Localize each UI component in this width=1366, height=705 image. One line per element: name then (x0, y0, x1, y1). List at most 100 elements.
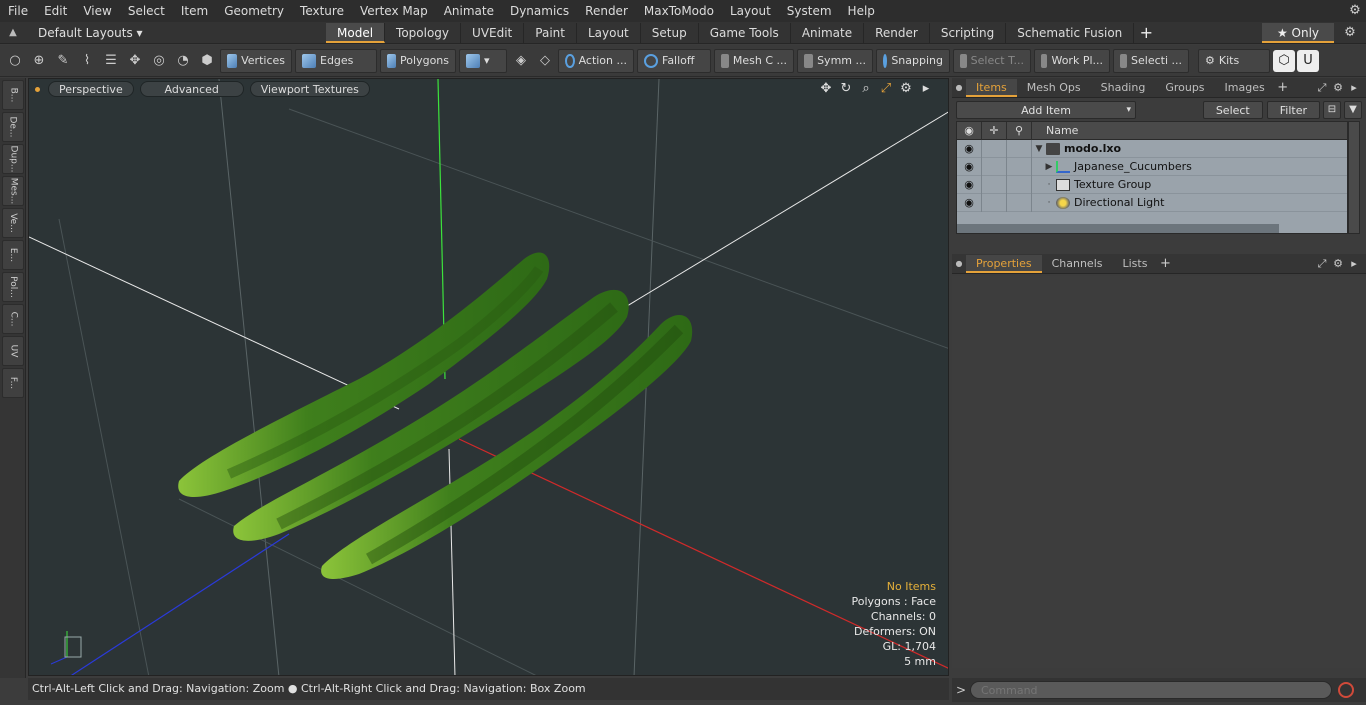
vtab-fusion[interactable]: F... (2, 368, 24, 398)
viewport-menu-dot[interactable] (35, 86, 40, 92)
panel-menu-icon[interactable]: ● (952, 259, 966, 268)
tab-animate[interactable]: Animate (791, 22, 865, 43)
tab-mesh-ops[interactable]: Mesh Ops (1017, 79, 1091, 97)
tab-paint[interactable]: Paint (524, 22, 577, 43)
mesh-constraints-button[interactable]: Mesh C ... (714, 48, 794, 73)
menu-vertex-map[interactable]: Vertex Map (352, 0, 436, 22)
layouts-dropdown[interactable]: Default Layouts ▾ (26, 26, 326, 40)
add-tab-icon[interactable]: + (1275, 80, 1291, 95)
command-input[interactable] (970, 681, 1332, 699)
tab-items[interactable]: Items (966, 78, 1017, 97)
arrow-up-icon[interactable]: ▲ (0, 27, 26, 38)
rotate-icon[interactable]: ◔ (172, 50, 194, 72)
menu-file[interactable]: File (0, 0, 36, 22)
vtab-mesh-edit[interactable]: Mes... (2, 176, 24, 206)
falloff-button[interactable]: Falloff (637, 48, 711, 73)
polygons-button[interactable]: Polygons (380, 48, 456, 73)
visibility-eye-icon[interactable]: ◉ (957, 121, 982, 140)
tab-images[interactable]: Images (1215, 79, 1275, 97)
panel-menu-icon[interactable]: ● (952, 83, 966, 92)
pan-icon[interactable]: ✥ (816, 81, 836, 96)
snapping-button[interactable]: Snapping (876, 48, 950, 73)
tab-topology[interactable]: Topology (385, 22, 462, 43)
vertical-scrollbar[interactable] (1348, 121, 1360, 234)
advanced-button[interactable]: Advanced (139, 81, 244, 97)
target-icon[interactable]: ◎ (148, 50, 170, 72)
maximize-icon[interactable]: ⤢ (1314, 257, 1330, 271)
menu-item[interactable]: Item (173, 0, 216, 22)
vtab-uv[interactable]: UV (2, 336, 24, 366)
perspective-button[interactable]: Perspective (48, 81, 134, 97)
transform-icon[interactable]: ✥ (124, 50, 146, 72)
horizontal-scrollbar[interactable] (957, 224, 1279, 233)
menu-animate[interactable]: Animate (436, 0, 502, 22)
lock-icon[interactable]: ✛ (982, 121, 1007, 140)
symmetry-button[interactable]: Symm ... (797, 48, 873, 73)
visibility-eye-icon[interactable]: ◉ (957, 193, 982, 212)
item-mode-button[interactable]: ▾ (459, 48, 507, 73)
tab-channels[interactable]: Channels (1042, 255, 1113, 273)
viewport-textures-button[interactable]: Viewport Textures (249, 81, 370, 97)
select-through-button[interactable]: Select T... (953, 48, 1031, 73)
gear-icon[interactable]: ⚙ (1344, 0, 1366, 22)
menu-texture[interactable]: Texture (292, 0, 352, 22)
menu-render[interactable]: Render (577, 0, 636, 22)
expand-triangle-icon[interactable]: ▼ (1032, 144, 1046, 154)
maximize-icon[interactable]: ⤢ (1314, 81, 1330, 95)
select-hidden-icon[interactable]: ◇ (534, 50, 556, 72)
menu-layout[interactable]: Layout (722, 0, 779, 22)
menu-select[interactable]: Select (120, 0, 173, 22)
menu-help[interactable]: Help (840, 0, 883, 22)
only-toggle[interactable]: ★ Only (1262, 22, 1334, 43)
vtab-duplicate[interactable]: Dup... (2, 144, 24, 174)
expand-arrow-icon[interactable]: ▸ (1346, 81, 1362, 95)
orbit-icon[interactable]: ↻ (836, 81, 856, 96)
locator-icon[interactable]: ⚲ (1007, 121, 1032, 140)
menu-geometry[interactable]: Geometry (216, 0, 292, 22)
add-tab-icon[interactable]: + (1134, 23, 1158, 42)
vtab-edge[interactable]: E... (2, 240, 24, 270)
vtab-basic[interactable]: B... (2, 80, 24, 110)
vtab-curve[interactable]: C... (2, 304, 24, 334)
select-button[interactable]: Select (1202, 101, 1263, 119)
maximize-icon[interactable]: ⤢ (876, 81, 896, 96)
tab-groups[interactable]: Groups (1155, 79, 1214, 97)
add-item-button[interactable]: Add Item ▾ (956, 101, 1136, 119)
viewport-gear-icon[interactable]: ⚙ (896, 81, 916, 96)
expand-triangle-icon[interactable]: ▶ (1042, 162, 1056, 172)
3d-viewport[interactable]: Perspective Advanced Viewport Textures ✥… (28, 78, 949, 676)
filter-button[interactable]: Filter (1266, 101, 1320, 119)
unity-icon[interactable]: ⬡ (1273, 49, 1295, 72)
panel-gear-icon[interactable]: ⚙ (1330, 81, 1346, 95)
vertices-button[interactable]: Vertices (220, 48, 292, 73)
selection-sets-button[interactable]: Selecti ... (1113, 48, 1189, 73)
vtab-deform[interactable]: De... (2, 112, 24, 142)
align-icon[interactable]: ☰ (100, 50, 122, 72)
vtab-polygon[interactable]: Pol... (2, 272, 24, 302)
menu-dynamics[interactable]: Dynamics (502, 0, 577, 22)
expand-arrow-icon[interactable]: ▸ (916, 81, 936, 96)
add-tab-icon[interactable]: + (1157, 256, 1173, 271)
work-plane-button[interactable]: Work Pl... (1034, 48, 1110, 73)
circle-select-icon[interactable]: ○ (4, 50, 26, 72)
brush-icon[interactable]: ⌇ (76, 50, 98, 72)
select-through-icon[interactable]: ◈ (510, 50, 532, 72)
list-item[interactable]: ◉ · Texture Group (957, 175, 1347, 194)
tab-game-tools[interactable]: Game Tools (699, 22, 791, 43)
funnel-icon[interactable]: ▼ (1344, 101, 1362, 119)
unreal-icon[interactable]: U (1297, 49, 1319, 72)
list-item[interactable]: ◉ ▼ modo.lxo (957, 139, 1347, 158)
tab-scripting[interactable]: Scripting (930, 22, 1007, 43)
tab-setup[interactable]: Setup (641, 22, 699, 43)
shield-icon[interactable]: ⬢ (196, 50, 218, 72)
visibility-eye-icon[interactable]: ◉ (957, 175, 982, 194)
panel-gear-icon[interactable]: ⚙ (1330, 257, 1346, 271)
kits-button[interactable]: ⚙ Kits (1198, 48, 1270, 73)
visibility-eye-icon[interactable]: ◉ (957, 157, 982, 176)
visibility-eye-icon[interactable]: ◉ (957, 139, 982, 158)
tab-shading[interactable]: Shading (1091, 79, 1156, 97)
pen-icon[interactable]: ✎ (52, 50, 74, 72)
tab-render[interactable]: Render (864, 22, 930, 43)
tab-uvedit[interactable]: UVEdit (461, 22, 525, 43)
gear-icon[interactable]: ⚙ (1334, 25, 1366, 40)
